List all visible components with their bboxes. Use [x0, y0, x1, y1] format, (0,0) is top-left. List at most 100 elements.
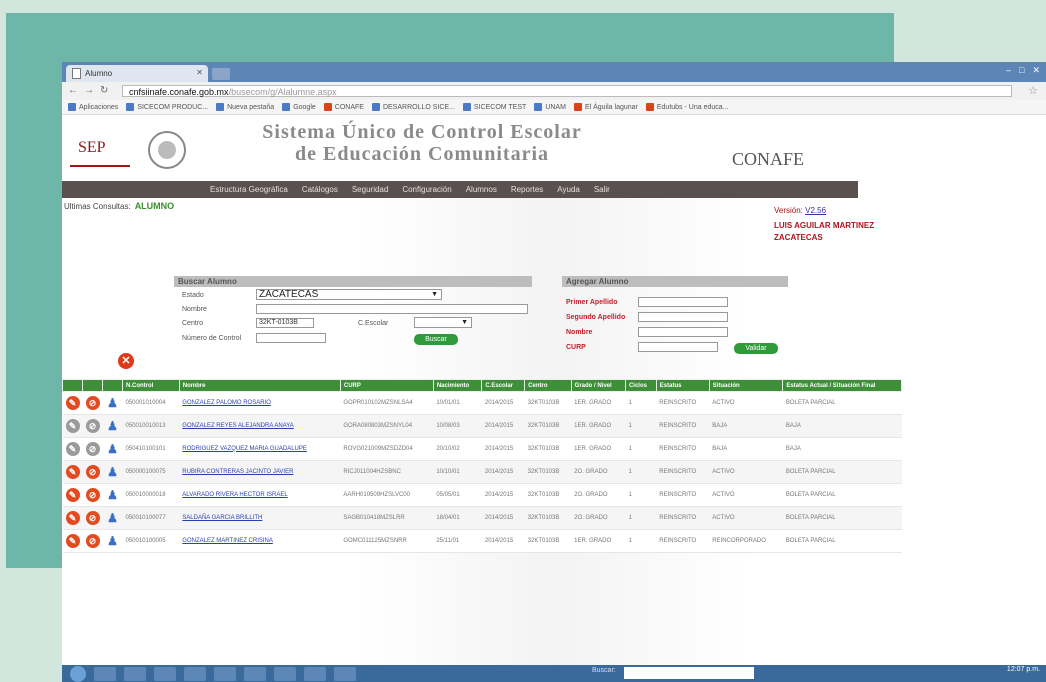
ie-icon[interactable] [94, 666, 116, 681]
table-row[interactable]: ✎ ⊘ ♟ 050000100075 RUBIRA CONTRERAS JACINTO … [62, 460, 902, 484]
cancel-icon[interactable]: ⊘ [85, 488, 100, 502]
person-icon[interactable]: ♟ [106, 465, 120, 479]
start-button[interactable] [70, 665, 86, 682]
photoshop-icon[interactable] [214, 666, 236, 681]
excel-icon[interactable] [334, 666, 356, 681]
person-icon[interactable]: ♟ [106, 488, 120, 502]
col-ncontrol[interactable]: N.Control [122, 379, 180, 392]
media-player-icon[interactable] [124, 666, 146, 681]
edit-icon[interactable]: ✎ [65, 511, 80, 525]
close-icon[interactable]: ✕ [118, 353, 134, 369]
bookmark-item[interactable]: Edutubs - Una educa... [645, 103, 728, 111]
cell-nombre[interactable]: RODRIGUEZ VAZQUEZ MARIA GUADALUPE [179, 437, 341, 461]
person-icon[interactable]: ♟ [106, 534, 120, 548]
cancel-icon[interactable]: ⊘ [85, 511, 100, 525]
edit-icon[interactable]: ✎ [65, 534, 80, 548]
centro-input[interactable]: 32KT-0103B [256, 318, 314, 328]
bookmark-item[interactable]: Nueva pestaña [216, 103, 274, 111]
bookmark-item[interactable]: SICECOM PRODUC... [126, 103, 208, 111]
col-cescolar[interactable]: C.Escolar [481, 379, 526, 392]
maximize-icon[interactable]: □ [1019, 65, 1024, 76]
bookmark-item[interactable]: CONAFE [323, 103, 364, 111]
bookmark-item[interactable]: DESARROLLO SICE... [371, 103, 455, 111]
primer-apellido-input[interactable] [638, 297, 728, 307]
edit-icon[interactable]: ✎ [65, 442, 80, 456]
edit-icon[interactable]: ✎ [65, 465, 80, 479]
cell-nombre[interactable]: SALDAÑA GARCIA BRILLITH [179, 506, 341, 530]
col-nombre[interactable]: Nombre [178, 379, 341, 392]
menu-item-seguridad[interactable]: Seguridad [352, 185, 388, 194]
publisher-icon[interactable] [274, 666, 296, 681]
menu-item-configuracion[interactable]: Configuración [402, 185, 451, 194]
cell-nombre[interactable]: ALVARADO RIVERA HECTOR ISRAEL [179, 483, 341, 507]
browser-tab[interactable]: Alumno ✕ [66, 65, 208, 82]
menu-item-estructura[interactable]: Estructura Geográfica [210, 185, 288, 194]
bookmark-item[interactable]: UNAM [534, 103, 566, 111]
menu-item-alumnos[interactable]: Alumnos [466, 185, 497, 194]
menu-item-ayuda[interactable]: Ayuda [557, 185, 580, 194]
control-input[interactable] [256, 333, 326, 343]
col-estatus-final[interactable]: Estatus Actual / Situación Final [782, 379, 902, 392]
menu-item-reportes[interactable]: Reportes [511, 185, 543, 194]
bookmark-item[interactable]: Google [282, 103, 316, 111]
col-nacimiento[interactable]: Nacimiento [432, 379, 483, 392]
validar-button[interactable]: Validar [734, 343, 778, 354]
bookmark-item[interactable]: Aplicaciones [68, 103, 118, 111]
c-escolar-select[interactable]: ▼ [414, 317, 472, 328]
person-icon[interactable]: ♟ [106, 511, 120, 525]
word-icon[interactable] [304, 666, 326, 681]
folder-icon[interactable] [154, 666, 176, 681]
outlook-icon[interactable] [244, 666, 266, 681]
bookmark-star-icon[interactable]: ☆ [1028, 84, 1038, 97]
cancel-icon[interactable]: ⊘ [85, 396, 100, 410]
cancel-icon[interactable]: ⊘ [85, 465, 100, 479]
nombre-input[interactable] [256, 304, 528, 314]
person-icon[interactable]: ♟ [106, 419, 120, 433]
forward-icon[interactable]: → [84, 85, 94, 96]
cancel-icon[interactable]: ⊘ [85, 419, 100, 433]
estado-select[interactable]: ZACATECAS ▼ [256, 289, 442, 300]
close-tab-icon[interactable]: ✕ [196, 68, 203, 77]
col-centro[interactable]: Centro [524, 379, 572, 392]
cell-nombre[interactable]: GONZALEZ REYES ALEJANDRA ANAYA [179, 414, 341, 438]
person-icon[interactable]: ♟ [106, 396, 120, 410]
col-grado[interactable]: Grado / Nivel [570, 379, 626, 392]
edit-icon[interactable]: ✎ [65, 488, 80, 502]
version-link[interactable]: V2.56 [805, 206, 826, 215]
cancel-icon[interactable]: ⊘ [85, 442, 100, 456]
table-row[interactable]: ✎ ⊘ ♟ 050010010013 GONZALEZ REYES ALEJANDRA … [62, 414, 902, 438]
col-situacion[interactable]: Situación [708, 379, 784, 392]
buscar-button[interactable]: Buscar [414, 334, 458, 345]
person-icon[interactable]: ♟ [106, 442, 120, 456]
table-row[interactable]: ✎ ⊘ ♟ 050010100077 SALDAÑA GARCIA BRILLITH SA… [62, 506, 902, 530]
url-input[interactable]: cnfsiinafe.conafe.gob.mx/busecom/g/Alalu… [122, 85, 1012, 97]
bookmark-item[interactable]: El Águila lagunar [573, 103, 638, 111]
table-row[interactable]: ✎ ⊘ ♟ 050010100005 GONZALEZ MARTINEZ CRISINA… [62, 529, 902, 553]
taskbar-search-input[interactable] [624, 667, 754, 679]
reload-icon[interactable]: ↻ [100, 85, 108, 96]
edit-icon[interactable]: ✎ [65, 419, 80, 433]
menu-item-salir[interactable]: Salir [594, 185, 610, 194]
new-tab-button[interactable] [212, 68, 230, 80]
bookmark-item[interactable]: SICECOM TEST [462, 103, 526, 111]
cell-nombre[interactable]: GONZALEZ PALOMO ROSARIO [179, 391, 341, 415]
col-estatus[interactable]: Estatus [655, 379, 710, 392]
back-icon[interactable]: ← [68, 85, 78, 96]
table-row[interactable]: ✎ ⊘ ♟ 050001010004 GONZALEZ PALOMO ROSARIO GO… [62, 391, 902, 415]
minimize-icon[interactable]: – [1006, 65, 1011, 76]
close-window-icon[interactable]: ✕ [1032, 65, 1040, 76]
table-row[interactable]: ✎ ⊘ ♟ 050010000018 ALVARADO RIVERA HECTOR IS… [62, 483, 902, 507]
agregar-nombre-input[interactable] [638, 327, 728, 337]
cell-nombre[interactable]: RUBIRA CONTRERAS JACINTO JAVIER [179, 460, 341, 484]
recent-query-link[interactable]: ALUMNO [135, 201, 175, 211]
cell-nombre[interactable]: GONZALEZ MARTINEZ CRISINA [179, 529, 341, 553]
col-ciclos[interactable]: Ciclos [624, 379, 657, 392]
cancel-icon[interactable]: ⊘ [85, 534, 100, 548]
col-curp[interactable]: CURP [339, 379, 434, 392]
chrome-icon[interactable] [184, 666, 206, 681]
edit-icon[interactable]: ✎ [65, 396, 80, 410]
table-row[interactable]: ✎ ⊘ ♟ 050410100101 RODRIGUEZ VAZQUEZ MARIA G… [62, 437, 902, 461]
segundo-apellido-input[interactable] [638, 312, 728, 322]
menu-item-catalogos[interactable]: Catálogos [302, 185, 338, 194]
curp-input[interactable] [638, 342, 718, 352]
